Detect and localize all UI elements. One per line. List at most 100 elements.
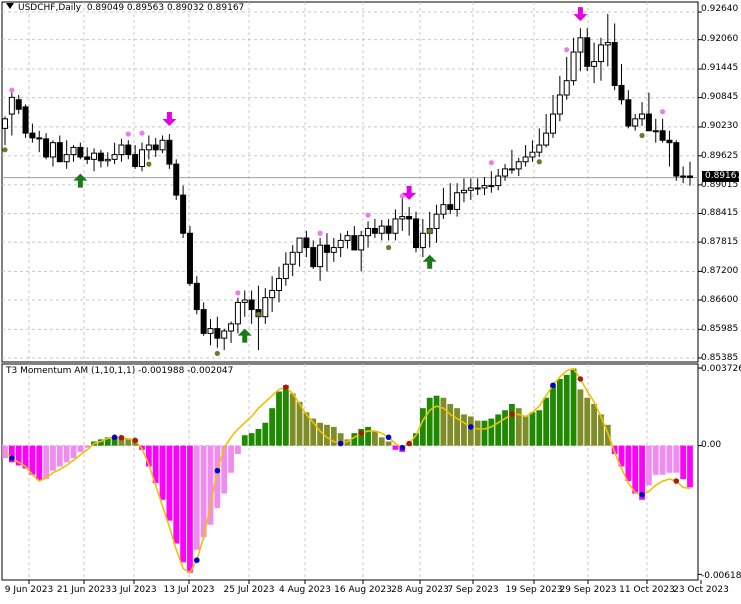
- price-tick-label: 0.90845: [701, 92, 739, 102]
- candle-bull: [337, 239, 344, 249]
- histogram-bar: [536, 410, 543, 446]
- turn-dot-blue: [9, 455, 15, 461]
- turn-dot-blue: [111, 434, 118, 441]
- histogram-bar: [598, 414, 604, 446]
- candle-bull: [234, 301, 241, 325]
- price-tick-label: 0.90230: [701, 121, 739, 131]
- histogram-bar: [556, 378, 563, 446]
- date-tick-label: 4 Aug 2023: [279, 585, 331, 595]
- date-tick-label: 11 Oct 2023: [619, 585, 675, 595]
- histogram-bar: [522, 416, 529, 446]
- candle-bull: [317, 244, 324, 268]
- chart-canvas[interactable]: [0, 0, 741, 600]
- histogram-bar: [666, 445, 673, 473]
- candle-bull: [460, 189, 467, 194]
- turn-dot-red: [118, 434, 125, 441]
- histogram-bar: [36, 445, 43, 481]
- candle-bull: [358, 235, 365, 251]
- candle-bull: [145, 144, 152, 151]
- candle-bull: [639, 113, 646, 120]
- histogram-bar: [467, 416, 474, 446]
- indicator-plot-frame: [1, 363, 699, 581]
- histogram-bar: [269, 408, 276, 446]
- signal-dot-olive: [639, 132, 645, 139]
- histogram-bar: [180, 445, 186, 563]
- histogram-bar: [502, 410, 508, 446]
- turn-dot-blue: [468, 424, 474, 430]
- histogram-bar: [200, 445, 207, 538]
- histogram-bar: [543, 397, 550, 446]
- histogram-bar: [235, 445, 241, 454]
- histogram-bar: [632, 445, 639, 494]
- ohlc-readout: 0.89049 0.89563 0.89032 0.89167: [86, 3, 245, 13]
- histogram-bar: [687, 445, 693, 488]
- candle-bear: [371, 227, 378, 234]
- candle-bear: [625, 99, 632, 127]
- candle-bear: [611, 42, 618, 86]
- turn-dot-blue: [399, 444, 406, 451]
- candle-bull: [550, 113, 556, 134]
- histogram-bar: [289, 393, 296, 446]
- candle-bull: [104, 158, 111, 162]
- candle-bear: [97, 152, 104, 162]
- price-tick-label: 0.85985: [701, 324, 739, 334]
- histogram-bar: [509, 403, 515, 446]
- candle-bull: [378, 225, 385, 234]
- date-tick-label: 29 Sep 2023: [559, 585, 617, 595]
- candle-bull: [241, 299, 248, 303]
- candle-bull: [365, 227, 372, 237]
- turn-dot-red: [509, 411, 515, 418]
- histogram-bar: [454, 408, 460, 446]
- candle-bear: [193, 282, 200, 311]
- turn-dot-red: [358, 430, 365, 436]
- candle-bear: [447, 204, 454, 210]
- candle-bull: [118, 144, 125, 156]
- date-tick-label: 9 Jun 2023: [4, 585, 54, 595]
- signal-dot-pink: [139, 130, 145, 136]
- histogram-bar: [63, 445, 70, 463]
- indicator-title: T3 Momentum AM (1,10,1,1) -0.001988 -0.0…: [6, 366, 233, 377]
- turn-dot-blue: [385, 434, 392, 441]
- candle-bear: [659, 130, 666, 141]
- indicator-values: -0.001988 -0.002047: [138, 366, 234, 376]
- candle-bear: [666, 139, 673, 144]
- signal-dot-pink: [9, 87, 15, 93]
- candle-bull: [488, 185, 495, 188]
- candle-bear: [214, 328, 221, 339]
- candle-bull: [556, 94, 563, 115]
- candle-bull: [91, 152, 98, 160]
- candle-bull: [577, 37, 584, 53]
- histogram-bar: [77, 445, 84, 452]
- price-tick-label: 0.92640: [701, 4, 739, 14]
- symbol-menu-icon[interactable]: [6, 3, 14, 9]
- candle-bear: [200, 309, 207, 334]
- signal-dot-olive: [146, 161, 152, 167]
- candle-bear: [186, 232, 193, 284]
- candle-bull: [159, 139, 166, 151]
- turn-dot-red: [132, 437, 138, 444]
- candle-bear: [310, 247, 317, 268]
- candle-bull: [502, 168, 509, 177]
- signal-dot-olive: [2, 147, 8, 153]
- candle-bear: [36, 137, 43, 140]
- histogram-bar: [591, 403, 597, 446]
- date-tick-label: 7 Sep 2023: [447, 585, 499, 595]
- signal-dot-olive: [536, 159, 542, 165]
- signal-dot-pink: [365, 212, 371, 218]
- candle-bull: [467, 187, 474, 191]
- candle-bear: [84, 156, 91, 160]
- turn-dot-blue: [194, 557, 200, 564]
- candle-bull: [632, 118, 639, 127]
- histogram-bar: [29, 445, 36, 475]
- histogram-bar: [461, 414, 467, 446]
- candle-bear: [56, 142, 63, 163]
- histogram-bar: [372, 431, 378, 446]
- candle-bear: [673, 142, 680, 177]
- turn-dot-red: [673, 478, 680, 484]
- candle-bull: [433, 213, 440, 229]
- histogram-bar: [447, 403, 454, 446]
- histogram-bar: [276, 391, 282, 446]
- price-tick-label: 0.86600: [701, 295, 739, 305]
- histogram-bar: [241, 435, 248, 446]
- candle-bull: [440, 204, 447, 215]
